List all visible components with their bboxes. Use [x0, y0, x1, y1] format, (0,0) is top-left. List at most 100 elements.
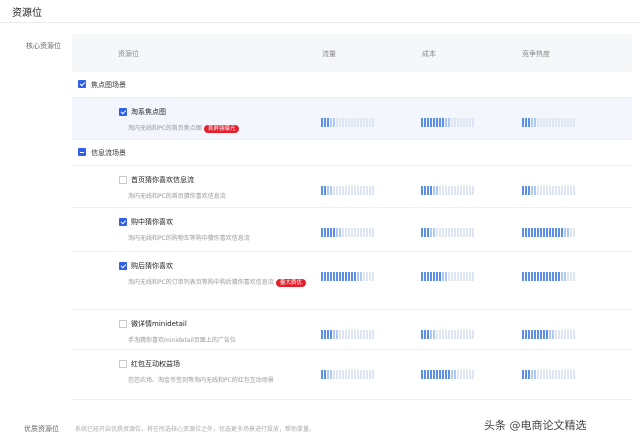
- meter-segment: [324, 118, 326, 127]
- meter-segment: [430, 370, 432, 379]
- meter-segment: [357, 186, 359, 195]
- meter-segment: [354, 370, 356, 379]
- meter-segment: [336, 228, 338, 237]
- meter-segment: [436, 330, 438, 339]
- meter-segment: [330, 272, 332, 281]
- traffic-meter: [321, 370, 374, 379]
- meter-segment: [421, 228, 423, 237]
- meter-segment: [360, 228, 362, 237]
- meter-segment: [469, 272, 471, 281]
- meter-segment: [525, 228, 527, 237]
- row-name: 淘系焦点图: [131, 108, 166, 116]
- meter-segment: [472, 118, 474, 127]
- meter-segment: [345, 272, 347, 281]
- meter-segment: [439, 330, 441, 339]
- table-row[interactable]: 购中猜你喜欢 淘内无线和PC的购物车等购中猜你喜欢信息流: [72, 208, 632, 252]
- meter-segment: [327, 370, 329, 379]
- meter-segment: [430, 228, 432, 237]
- meter-segment: [333, 330, 335, 339]
- cost-meter: [421, 330, 474, 339]
- meter-segment: [348, 118, 350, 127]
- row-checkbox[interactable]: [119, 176, 127, 184]
- table-row[interactable]: 微详情minidetail 手淘猜你喜欢minidetail页面上的广告位: [72, 310, 632, 350]
- meter-segment: [534, 272, 536, 281]
- meter-segment: [537, 228, 539, 237]
- meter-segment: [463, 330, 465, 339]
- meter-segment: [348, 330, 350, 339]
- meter-segment: [555, 118, 557, 127]
- meter-segment: [421, 118, 423, 127]
- table-row[interactable]: 淘系焦点图 淘内无线和PC的首页焦点图 首屏强曝光: [72, 98, 632, 140]
- meter-segment: [357, 330, 359, 339]
- group-checkbox[interactable]: [78, 80, 86, 88]
- meter-segment: [366, 272, 368, 281]
- row-checkbox[interactable]: [119, 262, 127, 270]
- meter-segment: [342, 272, 344, 281]
- meter-segment: [570, 272, 572, 281]
- group-checkbox[interactable]: [78, 148, 86, 156]
- group-focus-scene[interactable]: 焦点图场景: [72, 72, 632, 98]
- meter-segment: [448, 118, 450, 127]
- row-desc: 淘内无线和PC的首页猜你喜欢信息流: [128, 193, 226, 200]
- group-feed-scene[interactable]: 信息流场景: [72, 140, 632, 166]
- row-checkbox[interactable]: [119, 360, 127, 368]
- meter-segment: [445, 272, 447, 281]
- meter-segment: [424, 186, 426, 195]
- meter-segment: [522, 272, 524, 281]
- meter-segment: [528, 370, 530, 379]
- meter-segment: [534, 228, 536, 237]
- table-row[interactable]: 红包互动权益场 芭芭农场、淘金币签到等淘内无线和PC的红包互动场景: [72, 350, 632, 400]
- meter-segment: [354, 330, 356, 339]
- table-row[interactable]: 购后猜你喜欢 淘内无线和PC的订单列表页等购中购后猜你喜欢信息流 量大质优: [72, 252, 632, 310]
- meter-segment: [564, 186, 566, 195]
- row-checkbox[interactable]: [119, 108, 127, 116]
- meter-segment: [424, 330, 426, 339]
- meter-segment: [348, 228, 350, 237]
- meter-segment: [555, 370, 557, 379]
- meter-segment: [336, 118, 338, 127]
- meter-segment: [436, 370, 438, 379]
- meter-segment: [345, 118, 347, 127]
- cost-meter: [421, 118, 474, 127]
- meter-segment: [345, 330, 347, 339]
- meter-segment: [522, 330, 524, 339]
- meter-segment: [360, 186, 362, 195]
- meter-segment: [424, 370, 426, 379]
- meter-segment: [531, 118, 533, 127]
- meter-segment: [324, 330, 326, 339]
- meter-segment: [421, 272, 423, 281]
- meter-segment: [552, 370, 554, 379]
- meter-segment: [549, 186, 551, 195]
- cost-meter: [421, 272, 474, 281]
- row-checkbox[interactable]: [119, 320, 127, 328]
- meter-segment: [534, 330, 536, 339]
- meter-segment: [427, 228, 429, 237]
- meter-segment: [451, 186, 453, 195]
- meter-segment: [561, 370, 563, 379]
- meter-segment: [436, 272, 438, 281]
- row-name: 购后猜你喜欢: [131, 262, 173, 270]
- row-checkbox[interactable]: [119, 218, 127, 226]
- meter-segment: [522, 118, 524, 127]
- row-name: 红包互动权益场: [131, 360, 180, 368]
- meter-segment: [433, 272, 435, 281]
- meter-segment: [333, 228, 335, 237]
- meter-segment: [336, 272, 338, 281]
- cost-meter: [421, 370, 474, 379]
- meter-segment: [330, 370, 332, 379]
- meter-segment: [442, 118, 444, 127]
- meter-segment: [543, 272, 545, 281]
- meter-segment: [436, 186, 438, 195]
- meter-segment: [457, 186, 459, 195]
- meter-segment: [427, 186, 429, 195]
- meter-segment: [321, 370, 323, 379]
- meter-segment: [454, 228, 456, 237]
- watermark: 头条 @电商论文精选: [484, 419, 587, 432]
- meter-segment: [321, 186, 323, 195]
- meter-segment: [552, 228, 554, 237]
- meter-segment: [573, 118, 575, 127]
- meter-segment: [369, 370, 371, 379]
- meter-segment: [531, 228, 533, 237]
- table-row[interactable]: 首页猜你喜欢信息流 淘内无线和PC的首页猜你喜欢信息流: [72, 166, 632, 208]
- meter-segment: [330, 118, 332, 127]
